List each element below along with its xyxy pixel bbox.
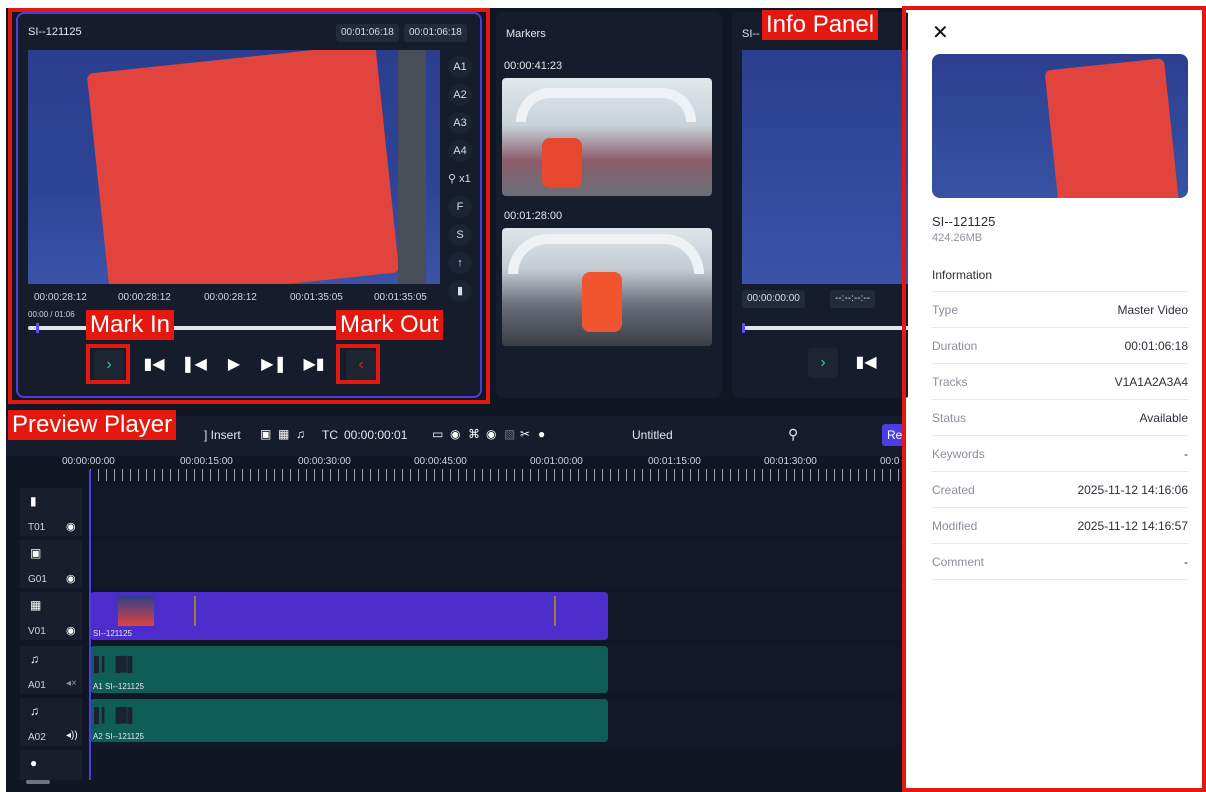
insert-bracket-icon: ] [204, 428, 211, 442]
track-name-t01: T01 [28, 522, 46, 533]
arch-shape [516, 88, 696, 122]
insert-mode[interactable]: ] Insert [204, 428, 241, 442]
audio-clip-2[interactable]: ▌▎▐▊▌ A2 SI--121125 [90, 699, 608, 742]
microphone-icon[interactable]: ● [30, 756, 37, 770]
track-header-g01: ▣ G01 ◉ [20, 540, 82, 588]
marker-time-2: 00:01:28:00 [504, 210, 563, 222]
markers-title: Markers [506, 28, 546, 40]
lane-g01[interactable] [90, 540, 904, 588]
program-tc-2: --:--:--:-- [830, 290, 875, 308]
audio-clip-1-label: A1 SI--121125 [93, 682, 144, 691]
ruler-label-4: 00:01:00:00 [530, 456, 583, 467]
image-track-icon[interactable]: ▣ [260, 427, 271, 441]
monitor-icon[interactable]: ▭ [432, 427, 443, 441]
rider-shape-2 [582, 272, 622, 332]
annotation-info-label: Info Panel [762, 10, 879, 40]
audio-clip-2-label: A2 SI--121125 [93, 732, 144, 741]
marker-thumbnail-2[interactable] [502, 228, 712, 346]
markers-panel: Markers 00:00:41:23 00:01:28:00 [496, 12, 722, 398]
video-clip-label: SI--121125 [93, 629, 132, 638]
ripple-icon[interactable]: ◉ [486, 427, 496, 441]
arch-shape-2 [508, 234, 704, 274]
volume-icon[interactable]: ◂)) [66, 730, 78, 741]
waveform-icon: ▌▎▐▊▌ [94, 707, 137, 723]
ruler-label-0: 00:00:00:00 [62, 456, 115, 467]
audio-track-icon: ♫ [30, 652, 39, 666]
annotation-preview-box [8, 8, 490, 404]
track-name-g01: G01 [28, 574, 47, 585]
film-track-icon[interactable]: ▦ [278, 427, 289, 441]
delete-icon[interactable]: ▧ [504, 427, 515, 441]
clip-marker-1 [194, 596, 196, 626]
timeline-search-icon[interactable]: ⚲ [788, 426, 798, 443]
track-name-v01: V01 [28, 626, 46, 637]
waveform-icon: ▌▎▐▊▌ [94, 656, 137, 672]
lane-t01[interactable] [90, 488, 904, 536]
program-video-frame[interactable] [742, 50, 912, 284]
rider-shape [542, 138, 582, 188]
cut-icon[interactable]: ✂ [520, 427, 530, 441]
ruler-label-5: 00:01:15:00 [648, 456, 701, 467]
mic-icon[interactable]: ● [538, 427, 545, 441]
annotation-mark-out-box [336, 344, 380, 384]
track-name-a02: A02 [28, 732, 46, 743]
marker-thumbnail-1[interactable] [502, 78, 712, 196]
eye-icon[interactable]: ◉ [66, 572, 76, 585]
playhead[interactable] [89, 470, 91, 780]
program-mark-in-button[interactable]: › [808, 348, 838, 378]
horizontal-scrollbar[interactable] [26, 780, 50, 784]
timeline-tc-value: 00:00:00:01 [344, 428, 408, 442]
annotation-mark-in-box [86, 344, 130, 384]
clip-marker-2 [554, 596, 556, 626]
program-tc-1: 00:00:00:00 [742, 290, 805, 308]
audio-clip-1[interactable]: ▌▎▐▊▌ A1 SI--121125 [90, 646, 608, 693]
razor-icon[interactable]: ⌘ [468, 427, 480, 441]
video-clip[interactable]: SI--121125 [90, 592, 608, 640]
track-header-t01: ▮ T01 ◉ [20, 488, 82, 536]
render-button[interactable]: Re [882, 424, 904, 446]
marker-time-1: 00:00:41:23 [504, 60, 563, 72]
track-header-voice: ● [20, 750, 82, 780]
program-player-panel: SI-- 00:00:00:00 --:--:--:-- › ▮◀ [732, 12, 912, 398]
project-name[interactable]: Untitled [632, 428, 673, 442]
ruler-label-1: 00:00:15:00 [180, 456, 233, 467]
app-window: SI--121125 00:01:06:18 00:01:06:18 A1 A2… [0, 0, 1206, 792]
graphics-track-icon: ▣ [30, 546, 42, 560]
eye-icon[interactable]: ◉ [66, 624, 76, 637]
tc-label: TC [322, 428, 338, 442]
clip-thumbnail [118, 596, 154, 626]
audio-track-icon: ♫ [30, 704, 39, 718]
ruler-label-3: 00:00:45:00 [414, 456, 467, 467]
program-go-to-start-icon[interactable]: ▮◀ [852, 349, 880, 377]
ruler-ticks[interactable] [90, 469, 904, 481]
ruler-label-2: 00:00:30:00 [298, 456, 351, 467]
program-progress[interactable] [742, 323, 912, 333]
track-name-a01: A01 [28, 680, 46, 691]
record-icon[interactable]: ◉ [450, 427, 460, 441]
annotation-mark-out-label: Mark Out [336, 310, 443, 340]
video-track-icon: ▦ [30, 598, 42, 612]
annotation-preview-label: Preview Player [8, 410, 177, 440]
annotation-info-box [902, 6, 1206, 792]
track-header-v01: ▦ V01 ◉ [20, 592, 82, 640]
text-track-icon: ▮ [30, 494, 37, 508]
track-header-a02: ♫ A02 ◂)) [20, 698, 82, 746]
program-clip-name: SI-- [742, 28, 760, 40]
annotation-mark-in-label: Mark In [86, 310, 175, 340]
mute-icon[interactable]: ◂× [66, 678, 77, 689]
insert-label: Insert [210, 428, 241, 442]
program-progress-handle[interactable] [742, 323, 745, 333]
ruler-label-6: 00:01:30:00 [764, 456, 817, 467]
track-header-a01: ♫ A01 ◂× [20, 646, 82, 694]
music-track-icon[interactable]: ♫ [296, 427, 305, 441]
ruler-label-7: 00:0 [880, 456, 900, 467]
eye-icon[interactable]: ◉ [66, 520, 76, 533]
